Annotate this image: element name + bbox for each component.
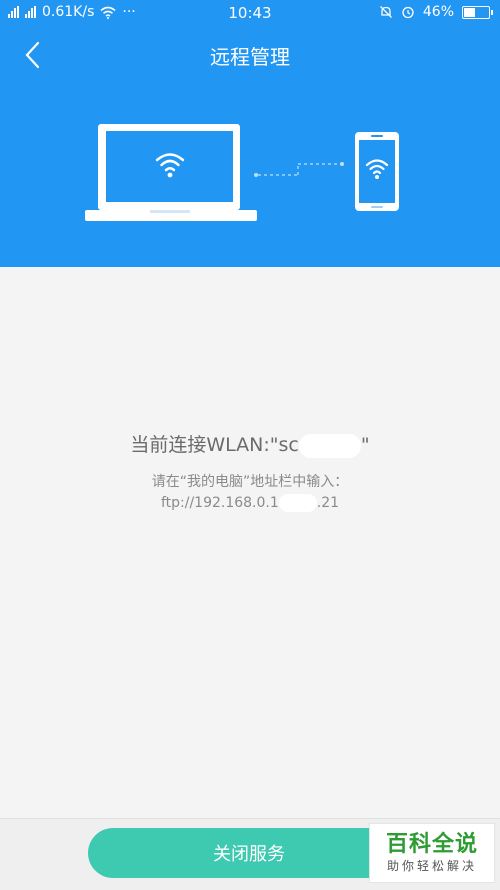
connection-line: [254, 162, 344, 177]
redaction-mark-2: [278, 494, 317, 512]
wlan-connection-text: 当前连接WLAN:"sc ": [0, 430, 500, 458]
laptop-phone-illustration: [85, 124, 399, 221]
header-banner: 0.61K/s ··· 10:43 46% 远程管理: [0, 0, 500, 267]
wlan-label: 当前连接WLAN:"sc: [130, 434, 299, 456]
status-bar: 0.61K/s ··· 10:43 46%: [0, 0, 500, 26]
status-right: 46%: [379, 4, 493, 20]
ftp-address-end: .21: [316, 495, 340, 511]
battery-icon: [462, 5, 493, 19]
watermark-title: 百科全说: [385, 832, 478, 857]
instruction-text: 请在“我的电脑”地址栏中输入：: [151, 474, 349, 490]
battery-percent: 46%: [422, 4, 454, 20]
ftp-instructions: 请在“我的电脑”地址栏中输入： ftp://192.168.0.1 .21: [0, 472, 500, 514]
watermark-subtitle: 助你轻松解决: [386, 859, 477, 873]
redaction-mark: [298, 433, 361, 458]
ftp-address: ftp://192.168.0.1 .21: [0, 493, 500, 514]
close-service-button[interactable]: 关闭服务: [88, 828, 410, 878]
alarm-icon: [402, 6, 414, 19]
ftp-address-start: ftp://192.168.0.1: [160, 495, 279, 511]
mute-bell-icon: [379, 6, 392, 18]
watermark-logo: 百科全说 助你轻松解决: [369, 823, 495, 883]
wlan-label-end: ": [360, 434, 370, 456]
page-title: 远程管理: [210, 45, 290, 69]
